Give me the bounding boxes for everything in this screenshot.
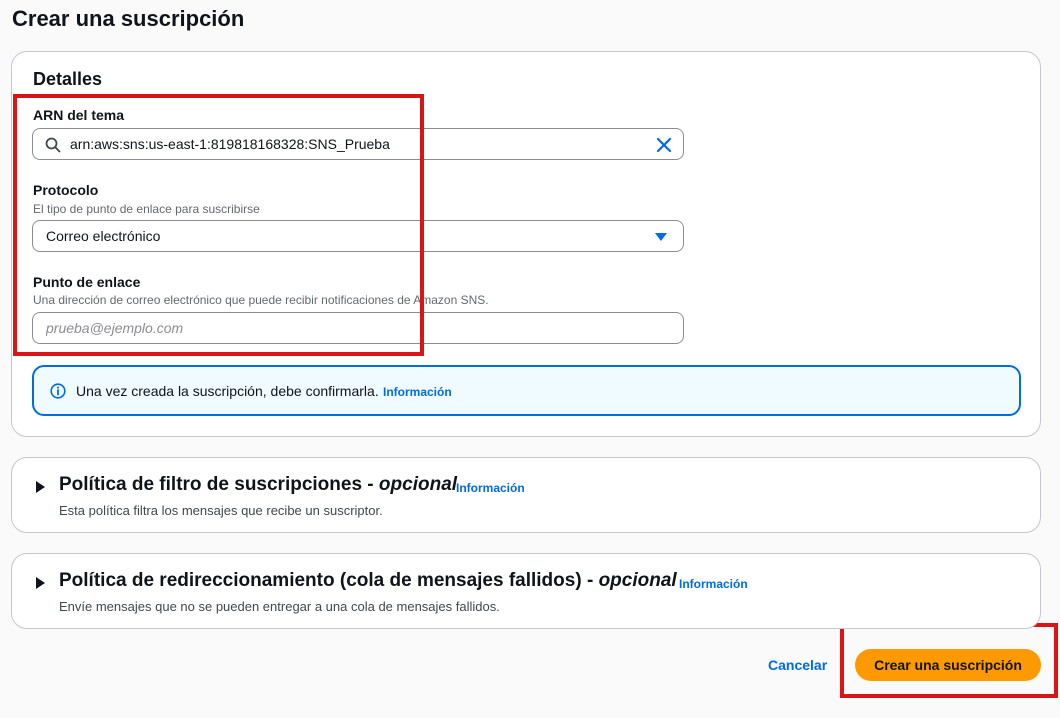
redrive-policy-description: Envíe mensajes que no se pueden entregar…	[59, 599, 500, 614]
redrive-policy-section[interactable]: Política de redireccionamiento (cola de …	[11, 553, 1041, 629]
details-heading: Detalles	[33, 69, 103, 89]
filter-policy-info-link[interactable]: Información	[456, 481, 525, 495]
cancel-button[interactable]: Cancelar	[768, 657, 827, 673]
page-title: Crear una suscripción	[12, 6, 245, 31]
redrive-policy-info-link[interactable]: Información	[679, 577, 748, 591]
search-icon	[45, 137, 61, 153]
caret-right-icon[interactable]	[36, 481, 45, 493]
confirmation-alert: Una vez creada la suscripción, debe conf…	[32, 365, 1021, 416]
endpoint-input[interactable]	[46, 313, 666, 343]
topic-arn-label: ARN del tema	[33, 107, 125, 123]
topic-arn-field[interactable]: arn:aws:sns:us-east-1:819818168328:SNS_P…	[32, 128, 684, 160]
protocol-select[interactable]: Correo electrónico	[32, 220, 684, 252]
filter-policy-title[interactable]: Política de filtro de suscripciones - op…	[59, 474, 457, 496]
endpoint-description: Una dirección de correo electrónico que …	[33, 293, 489, 307]
redrive-policy-title[interactable]: Política de redireccionamiento (cola de …	[59, 570, 677, 592]
caret-right-icon[interactable]	[36, 577, 45, 589]
topic-arn-value[interactable]: arn:aws:sns:us-east-1:819818168328:SNS_P…	[70, 136, 390, 152]
caret-down-icon	[655, 233, 667, 241]
filter-policy-section[interactable]: Política de filtro de suscripciones - op…	[11, 457, 1041, 533]
create-subscription-button[interactable]: Crear una suscripción	[855, 649, 1041, 681]
alert-info-link[interactable]: Información	[383, 385, 452, 399]
protocol-selected-value: Correo electrónico	[46, 228, 161, 244]
protocol-description: El tipo de punto de enlace para suscribi…	[33, 202, 260, 216]
alert-text: Una vez creada la suscripción, debe conf…	[76, 383, 379, 399]
endpoint-label: Punto de enlace	[33, 274, 141, 290]
close-icon[interactable]	[655, 136, 673, 154]
endpoint-field[interactable]	[32, 312, 684, 344]
details-panel: Detalles ARN del tema arn:aws:sns:us-eas…	[11, 51, 1041, 437]
protocol-label: Protocolo	[33, 182, 99, 198]
info-icon	[50, 383, 66, 399]
filter-policy-description: Esta política filtra los mensajes que re…	[59, 503, 383, 518]
